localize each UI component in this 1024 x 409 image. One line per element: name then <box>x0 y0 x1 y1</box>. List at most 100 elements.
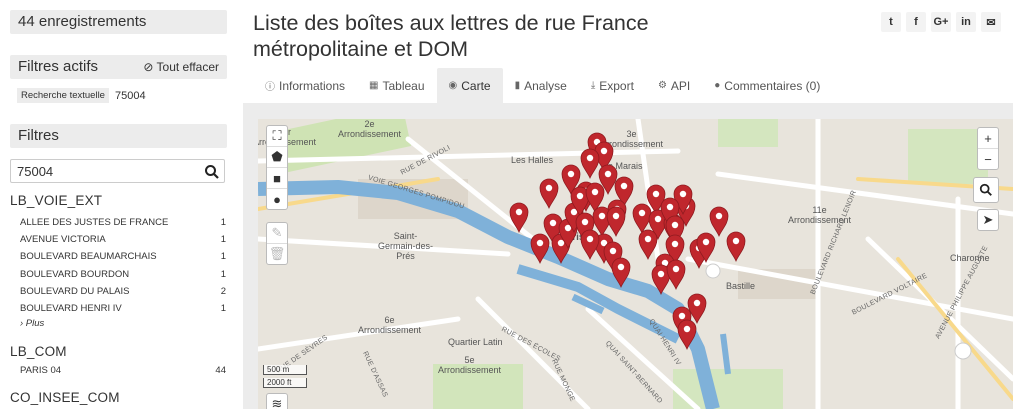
tab-bar: ⓘ Informations ▦ Tableau ◉ Carte ▮ Analyse ⤓… <box>243 68 1013 103</box>
active-filter-tag: Recherche textuelle <box>17 88 109 103</box>
download-icon: ⤓ <box>590 80 596 91</box>
map-marker-icon[interactable] <box>539 178 559 210</box>
active-filters-title: Filtres actifs <box>18 58 99 75</box>
gears-icon: ⚙ <box>657 80 667 91</box>
facet-label: BOULEVARD BOURDON <box>20 268 130 280</box>
facet-count: 44 <box>215 365 226 376</box>
map-view[interactable]: 1er Arrondissement 3e Arrondissement 2e … <box>258 119 1013 409</box>
facet-count: 1 <box>220 268 226 280</box>
tab-carte[interactable]: ◉ Carte <box>436 68 503 103</box>
facet-count: 1 <box>220 251 226 263</box>
facet-list-com: PARIS 04 44 <box>20 362 226 379</box>
facet-item[interactable]: ALLEE DES JUSTES DE FRANCE 1 <box>20 214 226 231</box>
record-count: 44 enregistrements <box>10 10 227 34</box>
edit-icon[interactable]: ✎ <box>267 223 287 243</box>
facet-label: BOULEVARD BEAUMARCHAIS <box>20 251 157 263</box>
clear-all-label: Tout effacer <box>156 60 219 74</box>
facet-item[interactable]: BOULEVARD HENRI IV 1 <box>20 300 226 317</box>
page-title: Liste des boîtes aux lettres de rue Fran… <box>253 11 649 61</box>
tab-label: Informations <box>279 78 346 93</box>
layers-icon[interactable]: ≋ <box>267 394 287 409</box>
tab-label: Commentaires (0) <box>724 78 821 93</box>
map-marker-icon[interactable] <box>509 202 529 234</box>
draw-toolbar: ⛶ ⬟ ■ ● <box>266 125 288 210</box>
facet-count: 2 <box>220 285 226 297</box>
tab-api[interactable]: ⚙ API <box>646 68 702 103</box>
facet-item[interactable]: BOULEVARD BEAUMARCHAIS 1 <box>20 248 226 265</box>
filters-header: Filtres <box>10 124 227 148</box>
map-marker-icon[interactable] <box>530 233 550 265</box>
email-icon[interactable]: ✉ <box>981 12 1001 32</box>
facet-count: 1 <box>220 217 226 228</box>
polygon-icon[interactable]: ⬟ <box>267 146 287 167</box>
facebook-icon[interactable]: f <box>906 12 926 32</box>
facet-group-title: CO_INSEE_COM <box>10 390 120 405</box>
circle-icon[interactable]: ● <box>267 188 287 209</box>
edit-toolbar: ✎ 🗑 <box>266 222 288 265</box>
markers-layer <box>509 132 746 351</box>
map-marker-icon[interactable] <box>677 319 697 351</box>
active-filter-value: 75004 <box>114 89 146 102</box>
comments-icon: ● <box>714 80 721 91</box>
facet-label: AVENUE VICTORIA <box>20 234 106 246</box>
google-plus-icon[interactable]: G+ <box>931 12 951 32</box>
facet-label: BOULEVARD DU PALAIS <box>20 285 130 297</box>
fullscreen-icon[interactable]: ⛶ <box>267 126 287 146</box>
map-marker-icon[interactable] <box>606 206 626 238</box>
social-share-bar: t f G+ in ✉ <box>881 12 1001 32</box>
twitter-icon[interactable]: t <box>881 12 901 32</box>
info-icon: ⓘ <box>265 82 275 93</box>
tab-tableau[interactable]: ▦ Tableau <box>357 68 437 103</box>
active-filter-chip[interactable]: Recherche textuelle 75004 <box>17 88 146 103</box>
facet-item[interactable]: PARIS 04 44 <box>20 362 226 379</box>
rectangle-icon[interactable]: ■ <box>267 167 287 188</box>
tab-export[interactable]: ⤓ Export <box>579 68 646 103</box>
zoom-control: + − <box>977 127 999 170</box>
facet-list-voie: ALLEE DES JUSTES DE FRANCE 1 AVENUE VICTO… <box>20 214 226 317</box>
map-marker-icon[interactable] <box>709 206 729 238</box>
search-value: 75004 <box>17 164 54 179</box>
map-marker-icon[interactable] <box>632 203 652 235</box>
table-icon: ▦ <box>369 80 379 91</box>
linkedin-icon[interactable]: in <box>956 12 976 32</box>
locate-control: ➤ <box>977 209 999 231</box>
facet-group-title: LB_COM <box>10 344 67 359</box>
layers-control: ≋ <box>266 393 288 409</box>
tab-label: Carte <box>461 78 491 93</box>
facet-item[interactable]: BOULEVARD DU PALAIS 2 <box>20 283 226 300</box>
map-marker-icon[interactable] <box>580 148 600 180</box>
tab-analyse[interactable]: ▮ Analyse <box>503 68 579 103</box>
zoom-in-button[interactable]: + <box>978 128 998 148</box>
map-search-icon[interactable] <box>974 178 998 202</box>
map-marker-icon[interactable] <box>580 229 600 261</box>
facet-label: PARIS 04 <box>20 365 62 376</box>
tab-commentaires[interactable]: ● Commentaires (0) <box>702 68 832 103</box>
map-marker-icon[interactable] <box>666 259 686 291</box>
clear-icon: ⊘ <box>143 60 154 74</box>
map-marker-icon[interactable] <box>726 231 746 263</box>
active-filters-header: Filtres actifs ⊘ Tout effacer <box>10 55 227 79</box>
zoom-out-button[interactable]: − <box>978 148 998 169</box>
facet-count: 1 <box>220 234 226 246</box>
tab-informations[interactable]: ⓘ Informations <box>253 68 357 103</box>
facet-item[interactable]: AVENUE VICTORIA 1 <box>20 231 226 248</box>
scale-metric: 500 m <box>263 365 307 375</box>
clear-all-button[interactable]: ⊘ Tout effacer <box>143 55 219 79</box>
facet-count: 1 <box>220 302 226 314</box>
bar-chart-icon: ▮ <box>514 80 521 91</box>
map-search-control <box>973 177 999 203</box>
trash-icon[interactable]: 🗑 <box>267 243 287 264</box>
search-icon[interactable] <box>204 164 220 180</box>
facet-label: BOULEVARD HENRI IV <box>20 302 122 314</box>
more-link[interactable]: › Plus <box>20 318 44 329</box>
map-marker-icon[interactable] <box>611 257 631 289</box>
tab-label: API <box>670 78 691 93</box>
globe-icon: ◉ <box>448 80 458 91</box>
scale-imperial: 2000 ft <box>263 378 307 388</box>
tab-label: Export <box>599 78 634 93</box>
locate-icon[interactable]: ➤ <box>978 210 998 230</box>
facet-label: ALLEE DES JUSTES DE FRANCE <box>20 217 169 228</box>
facet-item[interactable]: BOULEVARD BOURDON 1 <box>20 266 226 283</box>
map-marker-icon[interactable] <box>638 229 658 261</box>
search-input[interactable]: 75004 <box>10 159 225 183</box>
